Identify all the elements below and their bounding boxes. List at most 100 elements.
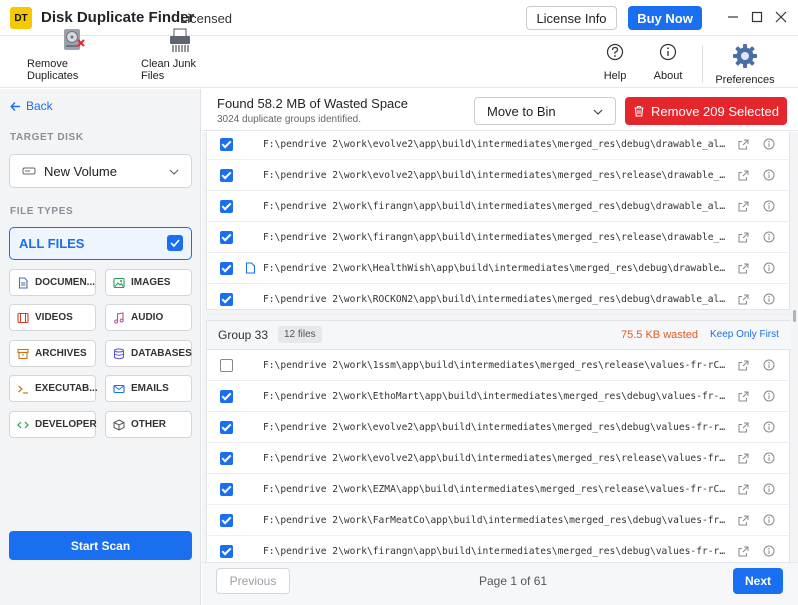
row-checkbox[interactable] [220, 482, 233, 496]
file-info-icon[interactable] [763, 200, 775, 212]
file-info-icon[interactable] [763, 231, 775, 243]
open-location-icon[interactable] [738, 360, 749, 371]
row-checkbox[interactable] [220, 420, 233, 434]
open-location-icon[interactable] [738, 546, 749, 557]
file-info-icon[interactable] [763, 421, 775, 433]
open-location-icon[interactable] [738, 515, 749, 526]
filetype-emails[interactable]: EMAILS [105, 375, 192, 402]
file-info-icon[interactable] [763, 514, 775, 526]
open-location-icon[interactable] [738, 139, 749, 150]
filetype-databases[interactable]: DATABASES [105, 340, 192, 367]
open-location-icon[interactable] [738, 391, 749, 402]
file-info-icon[interactable] [763, 390, 775, 402]
help-button[interactable]: Help [598, 36, 632, 88]
file-row[interactable]: F:\pendrive 2\work\EthoMart\app\build\in… [207, 381, 791, 412]
start-scan-button[interactable]: Start Scan [9, 531, 192, 560]
row-checkbox[interactable] [220, 451, 233, 465]
file-row[interactable]: F:\pendrive 2\work\evolve2\app\build\int… [207, 443, 791, 474]
row-checkbox[interactable] [220, 292, 233, 306]
file-info-icon[interactable] [763, 545, 775, 557]
close-icon[interactable] [772, 8, 790, 26]
filetype-documents[interactable]: DOCUMEN... [9, 269, 96, 296]
filetype-developer[interactable]: DEVELOPER [9, 411, 97, 438]
open-location-icon[interactable] [738, 201, 749, 212]
clean-junk-button[interactable]: Clean Junk Files [141, 28, 219, 88]
open-location-icon[interactable] [738, 453, 749, 464]
file-row[interactable]: F:\pendrive 2\work\HealthWish\app\build\… [207, 253, 791, 284]
file-info-icon[interactable] [763, 293, 775, 305]
all-files-toggle[interactable]: ALL FILES [9, 227, 192, 260]
row-checkbox[interactable] [220, 230, 233, 244]
file-icon [245, 262, 256, 274]
file-info-icon[interactable] [763, 452, 775, 464]
back-link[interactable]: Back [10, 99, 53, 113]
file-row[interactable]: F:\pendrive 2\work\evolve2\app\build\int… [207, 160, 791, 191]
row-checkbox[interactable] [220, 199, 233, 213]
open-location-icon[interactable] [738, 170, 749, 181]
file-row[interactable]: F:\pendrive 2\work\evolve2\app\build\int… [207, 132, 791, 160]
file-row[interactable]: F:\pendrive 2\work\1ssm\app\build\interm… [207, 350, 791, 381]
page-indicator: Page 1 of 61 [479, 574, 548, 588]
file-row[interactable]: F:\pendrive 2\work\firangn\app\build\int… [207, 191, 791, 222]
sidebar: Back TARGET DISK New Volume FILE TYPES A… [0, 89, 201, 605]
remove-duplicates-button[interactable]: Remove Duplicates [27, 29, 119, 88]
mail-icon [113, 384, 125, 393]
filetype-archives[interactable]: ARCHIVES [9, 340, 96, 367]
group-file-count: 12 files [278, 326, 322, 343]
row-checkbox[interactable] [220, 389, 233, 403]
chevron-down-icon [593, 109, 603, 115]
open-location-icon[interactable] [738, 294, 749, 305]
file-info-icon[interactable] [763, 483, 775, 495]
filetype-audio[interactable]: AUDIO [105, 304, 192, 331]
action-select[interactable]: Move to Bin [474, 97, 616, 125]
drive-icon [22, 167, 36, 175]
row-checkbox[interactable] [220, 358, 233, 372]
file-info-icon[interactable] [763, 169, 775, 181]
file-path: F:\pendrive 2\work\1ssm\app\build\interm… [263, 359, 727, 371]
filetype-executables[interactable]: EXECUTAB... [9, 375, 98, 402]
file-info-icon[interactable] [763, 138, 775, 150]
file-info-icon[interactable] [763, 359, 775, 371]
all-files-label: ALL FILES [19, 236, 85, 251]
next-page-button[interactable]: Next [733, 568, 783, 594]
previous-page-button[interactable]: Previous [216, 568, 290, 594]
preferences-label: Preferences [715, 74, 775, 86]
row-checkbox[interactable] [220, 137, 233, 151]
open-location-icon[interactable] [738, 232, 749, 243]
open-location-icon[interactable] [738, 422, 749, 433]
open-location-icon[interactable] [738, 263, 749, 274]
filetype-videos[interactable]: VIDEOS [9, 304, 96, 331]
row-checkbox[interactable] [220, 544, 233, 558]
maximize-icon[interactable] [748, 8, 766, 26]
buy-now-button[interactable]: Buy Now [628, 6, 702, 30]
remove-duplicates-label: Remove Duplicates [27, 58, 79, 82]
file-row[interactable]: F:\pendrive 2\work\firangn\app\build\int… [207, 536, 791, 562]
file-row[interactable]: F:\pendrive 2\work\ROCKON2\app\build\int… [207, 284, 791, 315]
target-disk-select[interactable]: New Volume [9, 154, 192, 188]
minimize-icon[interactable] [724, 8, 742, 26]
row-checkbox[interactable] [220, 168, 233, 182]
keep-only-first-link[interactable]: Keep Only First [710, 329, 779, 340]
about-button[interactable]: About [648, 36, 688, 88]
group-wasted-size: 75.5 KB wasted [621, 329, 699, 341]
duplicate-list[interactable]: F:\pendrive 2\work\evolve2\app\build\int… [202, 132, 798, 562]
file-info-icon[interactable] [763, 262, 775, 274]
about-label: About [653, 70, 683, 82]
video-icon [17, 312, 29, 323]
license-info-button[interactable]: License Info [526, 6, 617, 30]
file-row[interactable]: F:\pendrive 2\work\FarMeatCo\app\build\i… [207, 505, 791, 536]
duplicate-group-card: Group 33 12 files 75.5 KB wasted Keep On… [206, 320, 791, 562]
row-checkbox[interactable] [220, 513, 233, 527]
file-row[interactable]: F:\pendrive 2\work\evolve2\app\build\int… [207, 412, 791, 443]
open-location-icon[interactable] [738, 484, 749, 495]
remove-selected-button[interactable]: Remove 209 Selected [625, 97, 787, 125]
filetype-label: VIDEOS [35, 312, 73, 323]
filetype-other[interactable]: OTHER [105, 411, 192, 438]
row-checkbox[interactable] [220, 261, 233, 275]
preferences-button[interactable]: Preferences [714, 36, 776, 88]
filetype-images[interactable]: IMAGES [105, 269, 192, 296]
file-row[interactable]: F:\pendrive 2\work\firangn\app\build\int… [207, 222, 791, 253]
help-label: Help [603, 70, 627, 82]
file-row[interactable]: F:\pendrive 2\work\EZMA\app\build\interm… [207, 474, 791, 505]
list-scrollbar[interactable] [793, 310, 796, 322]
